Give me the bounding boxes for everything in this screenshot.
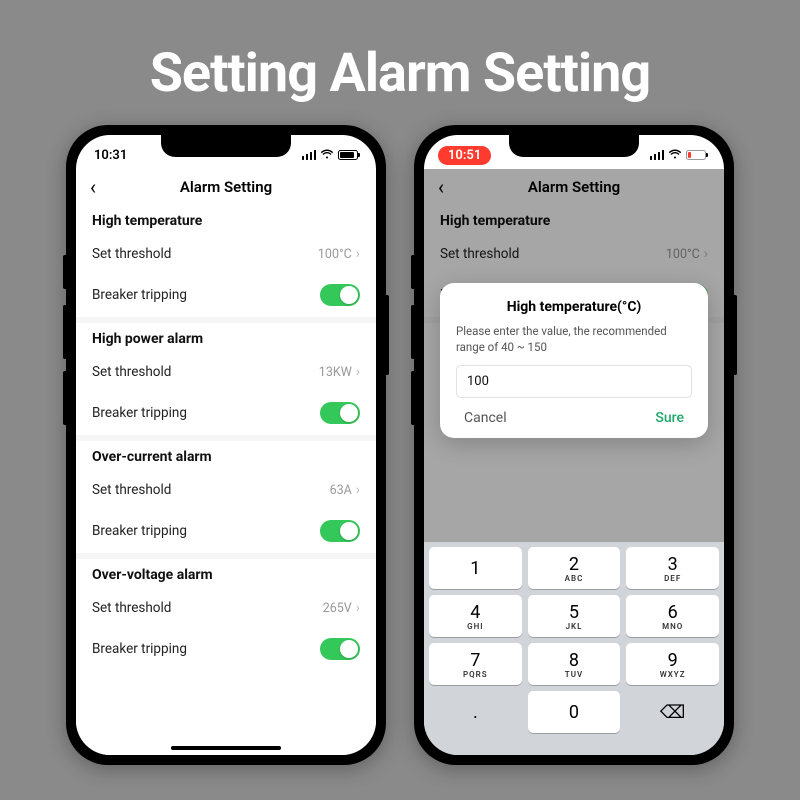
row-value: 265V› [323,600,360,616]
key-6[interactable]: 6MNO [626,595,719,637]
status-icons [302,148,359,162]
key-2[interactable]: 2ABC [528,547,621,589]
row-label: Breaker tripping [92,287,187,303]
dialog-description: Please enter the value, the recommended … [456,323,692,355]
dialog-title: High temperature(°C) [456,299,692,315]
screen-left: 10:31 ‹ Alarm Setting High temperature S… [76,135,376,755]
row-value: 100°C› [318,246,360,262]
threshold-input[interactable] [456,365,692,398]
row-value: 63A› [330,482,360,498]
toggle-switch[interactable] [320,638,360,660]
key-0[interactable]: 0 [528,691,621,733]
cancel-button[interactable]: Cancel [464,410,507,426]
phones-container: 10:31 ‹ Alarm Setting High temperature S… [0,125,800,765]
notch [509,135,639,157]
notch [161,135,291,157]
key-7[interactable]: 7PQRS [429,643,522,685]
chevron-right-icon: › [356,482,360,498]
key-dot[interactable]: . [429,691,522,733]
screen-right: 10:51 ‹ Alarm Setting High temperature [424,135,724,755]
chevron-right-icon: › [356,246,360,262]
wifi-icon [320,148,334,162]
row-threshold[interactable]: Set threshold 13KW› [76,353,376,391]
status-time-recording[interactable]: 10:51 [438,146,491,165]
toggle-switch[interactable] [320,520,360,542]
row-value: 13KW› [319,364,360,380]
chevron-right-icon: › [356,600,360,616]
chevron-right-icon: › [356,364,360,380]
signal-icon [650,150,665,160]
row-breaker: Breaker tripping [76,509,376,553]
row-label: Set threshold [92,482,171,498]
signal-icon [302,150,317,160]
row-label: Breaker tripping [92,523,187,539]
section-high-power: High power alarm [76,323,376,353]
high-temperature-dialog: High temperature(°C) Please enter the va… [440,283,708,438]
row-breaker: Breaker tripping [76,391,376,435]
key-1[interactable]: 1 [429,547,522,589]
row-label: Set threshold [92,364,171,380]
row-breaker: Breaker tripping [76,273,376,317]
phone-left: 10:31 ‹ Alarm Setting High temperature S… [66,125,386,765]
battery-icon [338,150,358,160]
nav-header: ‹ Alarm Setting [76,169,376,205]
section-over-voltage: Over-voltage alarm [76,559,376,589]
row-threshold[interactable]: Set threshold 63A› [76,471,376,509]
toggle-switch[interactable] [320,284,360,306]
row-label: Set threshold [92,246,171,262]
status-time: 10:31 [94,148,127,163]
home-indicator[interactable] [171,746,281,750]
row-threshold[interactable]: Set threshold 100°C› [76,235,376,273]
key-5[interactable]: 5JKL [528,595,621,637]
section-high-temperature: High temperature [76,205,376,235]
toggle-switch[interactable] [320,402,360,424]
section-over-current: Over-current alarm [76,441,376,471]
back-button[interactable]: ‹ [90,177,96,197]
key-9[interactable]: 9WXYZ [626,643,719,685]
key-8[interactable]: 8TUV [528,643,621,685]
key-backspace[interactable]: ⌫ [626,691,719,733]
key-4[interactable]: 4GHI [429,595,522,637]
sure-button[interactable]: Sure [655,410,684,426]
row-label: Breaker tripping [92,405,187,421]
key-3[interactable]: 3DEF [626,547,719,589]
hero-title: Setting Alarm Setting [0,0,800,125]
status-icons [650,148,707,162]
row-breaker: Breaker tripping [76,627,376,671]
row-label: Set threshold [92,600,171,616]
wifi-icon [668,148,682,162]
settings-content: High temperature Set threshold 100°C› Br… [76,205,376,755]
battery-icon [686,150,706,160]
numeric-keypad: 1 2ABC 3DEF 4GHI 5JKL 6MNO 7PQRS 8TUV 9W… [424,542,724,755]
row-label: Breaker tripping [92,641,187,657]
row-threshold[interactable]: Set threshold 265V› [76,589,376,627]
page-title: Alarm Setting [180,178,272,196]
phone-right: 10:51 ‹ Alarm Setting High temperature [414,125,734,765]
